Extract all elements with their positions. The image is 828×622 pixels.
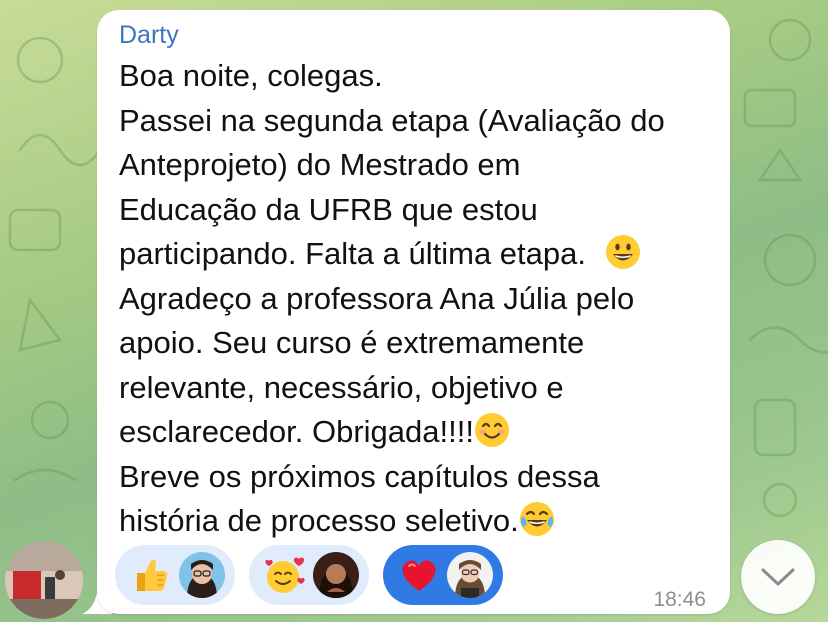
message-line: Boa noite, colegas. <box>119 58 383 93</box>
reaction-smiling-hearts[interactable] <box>249 545 369 605</box>
message-line: Agradeço a professora Ana Júlia pelo <box>119 280 635 316</box>
sender-name[interactable]: Darty <box>119 20 708 50</box>
message-line: Passei na segunda etapa (Avaliação do <box>119 102 665 138</box>
message-bubble[interactable]: Darty Boa noite, colegas. Passei na segu… <box>97 10 730 614</box>
message-time: 18:46 <box>653 588 706 611</box>
red-heart-emoji <box>402 560 436 591</box>
sender-avatar[interactable] <box>5 541 83 619</box>
reaction-red-heart[interactable] <box>383 545 503 605</box>
reactor-avatar <box>179 552 225 598</box>
message-line: Breve os próximos capítulos dessa <box>119 458 600 494</box>
message-line: história de processo seletivo. <box>119 499 708 544</box>
smiling-face-with-hearts-emoji <box>265 557 305 593</box>
grinning-face-emoji <box>605 235 640 269</box>
reactions-bar <box>115 545 503 605</box>
thumbs-up-emoji <box>137 559 168 591</box>
message-line: participando. Falta a última etapa. <box>119 232 708 277</box>
tears-of-joy-emoji <box>519 502 554 536</box>
message-line: relevante, necessário, objetivo e <box>119 369 564 405</box>
message-line: Anteprojeto) do Mestrado em <box>119 147 521 182</box>
scroll-to-bottom-button[interactable] <box>741 540 815 614</box>
reaction-thumbs-up[interactable] <box>115 545 235 605</box>
message-line: Educação da UFRB que estou <box>119 191 538 227</box>
reactor-avatar <box>313 552 359 598</box>
message-line: esclarecedor. Obrigada!!!! <box>119 410 708 455</box>
smiling-face-emoji <box>474 413 509 447</box>
chevron-down-icon <box>761 568 795 586</box>
message-line: apoio. Seu curso é extremamente <box>119 325 585 360</box>
reactor-avatar <box>447 552 493 598</box>
